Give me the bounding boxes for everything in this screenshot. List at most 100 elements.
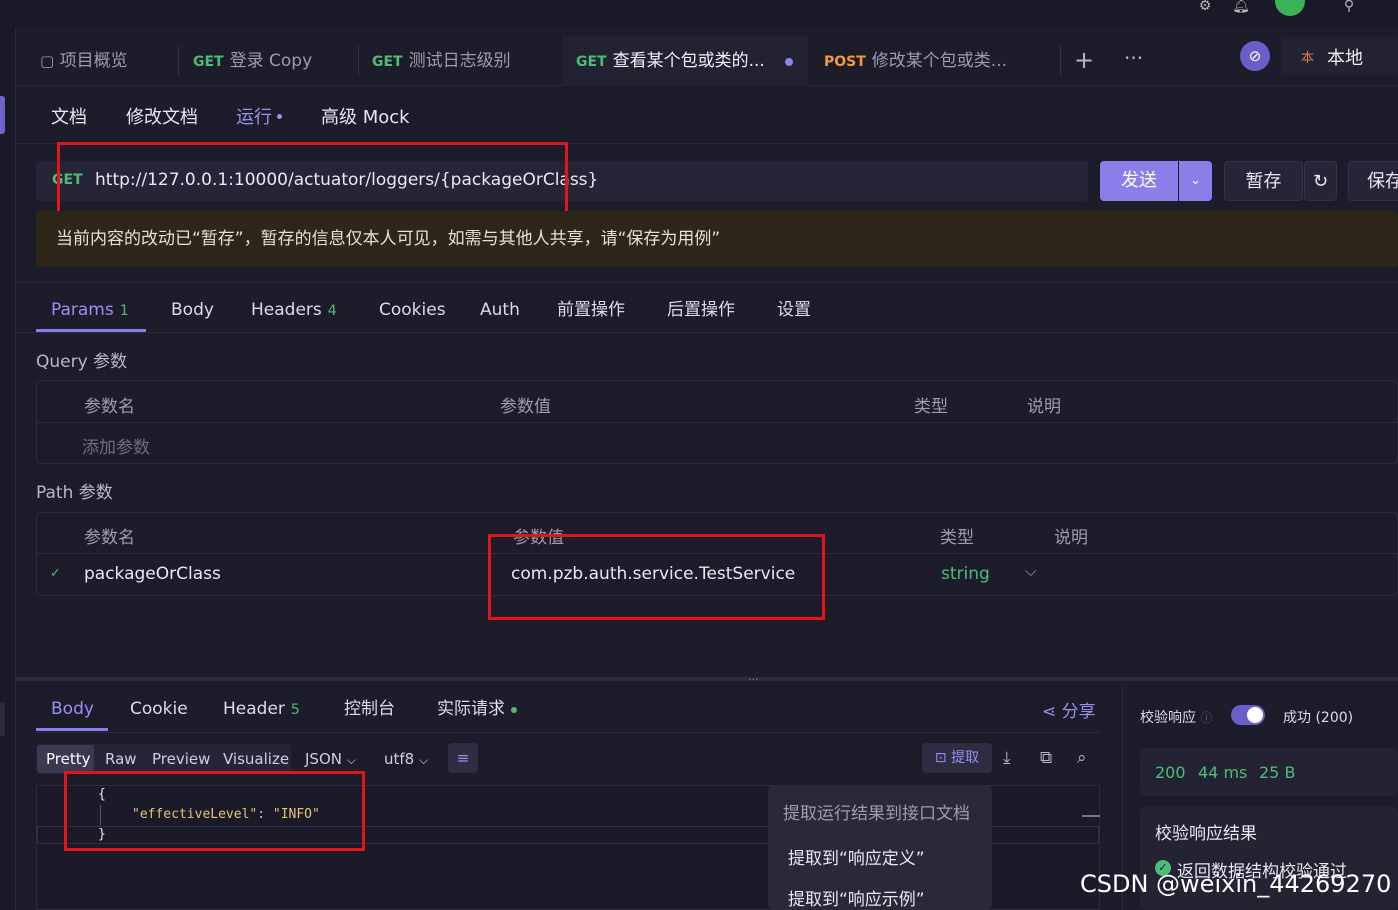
- lang-select[interactable]: JSON ⌵: [305, 745, 356, 773]
- response-tab-cookie[interactable]: Cookie: [130, 692, 188, 726]
- validation-result-title: 校验响应结果: [1155, 824, 1257, 844]
- run-dot: [277, 114, 282, 119]
- tab-project-overview[interactable]: ▢ 项目概览: [40, 36, 175, 86]
- download-icon[interactable]: ⤓: [1003, 748, 1011, 768]
- extract-button[interactable]: ⊡ 提取: [922, 743, 992, 773]
- encoding-select[interactable]: utf8 ⌵: [384, 745, 428, 773]
- stash-notice: 当前内容的改动已“暂存”，暂存的信息仅本人可见，如需与其他人共享，请“保存为用例…: [36, 211, 1398, 267]
- view-raw[interactable]: Raw: [105, 745, 137, 773]
- stash-button[interactable]: 暂存: [1224, 161, 1303, 201]
- overview-icon: ▢: [40, 52, 55, 70]
- divider: [16, 332, 1398, 333]
- send-dropdown[interactable]: ⌄: [1179, 161, 1212, 201]
- tab-post-ops[interactable]: 后置操作: [667, 292, 735, 328]
- sidebar-active-marker: [0, 96, 5, 134]
- active-tab-underline: [36, 728, 108, 731]
- status-dot: [511, 707, 517, 713]
- tab-test-log-level[interactable]: GET 测试日志级别: [372, 36, 552, 86]
- path-param-name[interactable]: packageOrClass: [84, 564, 221, 584]
- extract-menu-title: 提取运行结果到接口文档: [783, 804, 970, 824]
- divider: [36, 732, 1100, 733]
- share-icon: ⋖: [1042, 702, 1057, 722]
- tab-auth[interactable]: Auth: [480, 292, 520, 328]
- reset-icon[interactable]: ↻: [1304, 161, 1337, 201]
- scrollbar[interactable]: [1082, 815, 1100, 817]
- response-time: 44 ms: [1198, 763, 1248, 782]
- tab-view-logger[interactable]: GET 查看某个包或类的...: [562, 36, 808, 86]
- tab-separator: [1060, 46, 1061, 76]
- search-icon[interactable]: ⌕: [1077, 748, 1087, 768]
- response-tab-header[interactable]: Header 5: [223, 692, 300, 726]
- tab-modify-logger[interactable]: POST 修改某个包或类...: [824, 36, 1049, 86]
- query-header-value: 参数值: [500, 397, 551, 417]
- tab-settings[interactable]: 设置: [777, 292, 811, 328]
- tab-headers[interactable]: Headers 4: [251, 292, 337, 328]
- response-tab-body[interactable]: Body: [51, 692, 94, 726]
- validate-label: 校验响应 ⓘ: [1140, 710, 1213, 726]
- sidebar-marker-lower: [0, 702, 5, 736]
- divider: [37, 422, 1397, 423]
- subtab-run[interactable]: 运行: [236, 100, 272, 136]
- path-header-type: 类型: [940, 528, 974, 548]
- sync-icon[interactable]: ⊘: [1240, 41, 1270, 71]
- subtab-advanced-mock[interactable]: 高级 Mock: [321, 100, 410, 136]
- environment-selector[interactable]: 本 本地: [1281, 37, 1398, 75]
- path-title: Path 参数: [36, 483, 113, 503]
- subtab-edit-docs[interactable]: 修改文档: [126, 100, 198, 136]
- response-size: 25 B: [1259, 763, 1296, 782]
- highlight-param-value: [488, 534, 825, 620]
- bell-icon[interactable]: 🔔︎: [1232, 0, 1250, 14]
- query-header-type: 类型: [914, 397, 948, 417]
- tab-pre-ops[interactable]: 前置操作: [557, 292, 625, 328]
- view-pretty[interactable]: Pretty: [46, 745, 91, 773]
- chevron-down-icon: ⌵: [346, 753, 356, 767]
- tab-separator: [178, 46, 179, 76]
- status-code: 200: [1155, 763, 1186, 782]
- view-preview[interactable]: Preview: [152, 745, 210, 773]
- extract-icon: ⊡: [934, 750, 947, 766]
- validate-toggle[interactable]: [1231, 705, 1265, 725]
- divider: [16, 282, 1398, 283]
- left-sidebar: [0, 28, 16, 910]
- response-tab-actual-request[interactable]: 实际请求: [437, 692, 505, 726]
- help-icon: ⓘ: [1200, 711, 1213, 725]
- view-visualize[interactable]: Visualize: [223, 745, 289, 773]
- watermark: CSDN @weixin_44269270: [1080, 870, 1392, 898]
- copy-icon[interactable]: ⧉: [1040, 748, 1052, 768]
- pane-splitter[interactable]: [16, 677, 1398, 681]
- chevron-down-icon: ⌵: [419, 753, 429, 767]
- toggle-knob: [1247, 707, 1263, 723]
- tab-cookies[interactable]: Cookies: [379, 292, 446, 328]
- path-header-desc: 说明: [1054, 528, 1088, 548]
- path-param-type[interactable]: string: [941, 564, 990, 584]
- path-header-name: 参数名: [84, 528, 135, 548]
- chevron-down-icon[interactable]: ⌵: [1025, 562, 1036, 580]
- env-label: 本地: [1327, 48, 1363, 69]
- save-button[interactable]: 保存: [1348, 161, 1398, 201]
- add-param-input[interactable]: 添加参数: [82, 433, 150, 458]
- query-header-desc: 说明: [1027, 397, 1061, 417]
- response-tab-console[interactable]: 控制台: [344, 692, 395, 726]
- add-tab-icon[interactable]: +: [1074, 48, 1094, 72]
- unsaved-dot: [785, 58, 793, 66]
- query-title: Query 参数: [36, 352, 128, 372]
- tab-login-copy[interactable]: GET 登录 Copy: [193, 36, 353, 86]
- subtab-docs[interactable]: 文档: [51, 100, 87, 136]
- query-header-name: 参数名: [84, 397, 135, 417]
- tab-separator: [358, 46, 359, 76]
- highlight-response: [64, 771, 365, 851]
- validate-status: 成功 (200): [1283, 710, 1354, 726]
- title-bar: [0, 0, 1398, 28]
- extract-to-example[interactable]: 提取到“响应示例”: [788, 885, 925, 910]
- extract-to-definition[interactable]: 提取到“响应定义”: [788, 844, 925, 869]
- tab-params[interactable]: Params 1: [51, 292, 129, 328]
- param-enabled-checkbox[interactable]: ✓: [50, 566, 61, 581]
- settings-icon[interactable]: ⚙: [1196, 0, 1214, 14]
- tab-body[interactable]: Body: [171, 292, 214, 328]
- share-button[interactable]: ⋖ 分享: [1042, 697, 1096, 722]
- drag-handle-icon[interactable]: ···: [748, 673, 759, 686]
- more-icon[interactable]: ···: [1124, 46, 1143, 70]
- send-button[interactable]: 发送: [1100, 161, 1178, 201]
- pin-icon[interactable]: ⚲: [1340, 0, 1358, 14]
- wrap-icon[interactable]: ≡: [448, 743, 478, 773]
